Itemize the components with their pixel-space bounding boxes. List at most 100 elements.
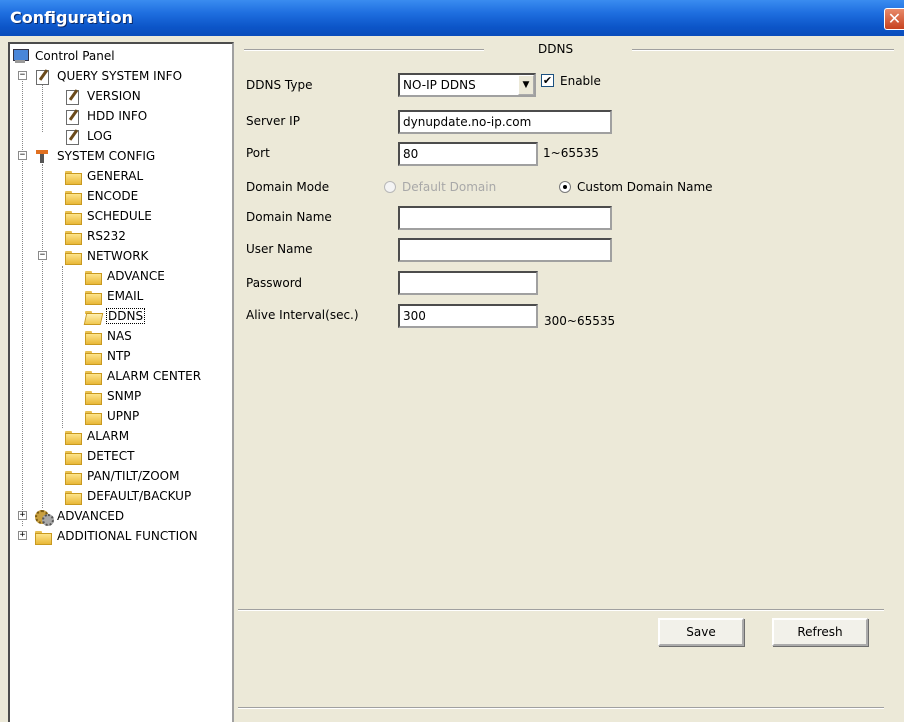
monitor-icon — [12, 48, 30, 64]
tree-item-label: Control Panel — [35, 49, 115, 63]
tree-item-pan-tilt-zoom[interactable]: PAN/TILT/ZOOM — [64, 466, 180, 486]
tree-item-advanced[interactable]: ADVANCED — [34, 506, 125, 526]
default-domain-radio[interactable] — [384, 181, 396, 193]
server-ip-input[interactable] — [398, 110, 612, 134]
server-ip-label: Server IP — [246, 114, 300, 128]
tree-item-label: ALARM — [87, 429, 130, 443]
refresh-button[interactable]: Refresh — [772, 618, 868, 646]
tree-item-system-config[interactable]: SYSTEM CONFIG — [34, 146, 156, 166]
tree-item-label: ADDITIONAL FUNCTION — [57, 529, 198, 543]
alive-interval-input[interactable] — [398, 304, 538, 328]
folder-open-icon — [84, 308, 102, 324]
group-title: DDNS — [538, 42, 574, 56]
folder-icon — [84, 348, 102, 365]
folder-icon — [64, 188, 82, 205]
folder-icon — [64, 488, 82, 505]
folder-icon — [84, 388, 102, 405]
tree-connector — [62, 266, 63, 428]
tree-item-label: DEFAULT/BACKUP — [87, 489, 192, 503]
tree-item-label: ENCODE — [87, 189, 139, 203]
tree-item-additional-function[interactable]: ADDITIONAL FUNCTION — [34, 526, 199, 546]
custom-domain-radio[interactable] — [559, 181, 571, 193]
domain-mode-label: Domain Mode — [246, 180, 330, 194]
user-name-input[interactable] — [398, 238, 612, 262]
user-name-label: User Name — [246, 242, 313, 256]
close-button[interactable]: ✕ — [884, 8, 904, 30]
tree-item-hdd-info[interactable]: HDD INFO — [64, 106, 148, 126]
alive-interval-label: Alive Interval(sec.) — [246, 308, 359, 322]
tree-item-label: SYSTEM CONFIG — [57, 149, 156, 163]
window-title: Configuration — [10, 8, 134, 27]
tree-item-alarm[interactable]: ALARM — [64, 426, 130, 446]
tree-connector — [42, 84, 43, 132]
folder-icon — [84, 408, 102, 425]
domain-name-input[interactable] — [398, 206, 612, 230]
folder-icon — [64, 428, 82, 445]
tree-item-label: PAN/TILT/ZOOM — [87, 469, 180, 483]
edit-document-icon — [34, 68, 52, 85]
tree-item-label: DETECT — [87, 449, 135, 463]
gears-icon — [34, 508, 54, 526]
alive-interval-range-hint: 300~65535 — [544, 314, 616, 328]
port-label: Port — [246, 146, 270, 160]
tree-item-detect[interactable]: DETECT — [64, 446, 135, 466]
password-input[interactable] — [398, 271, 538, 295]
tree-item-ntp[interactable]: NTP — [84, 346, 132, 366]
tree-item-general[interactable]: GENERAL — [64, 166, 144, 186]
tree-item-schedule[interactable]: SCHEDULE — [64, 206, 153, 226]
tree-item-label: SNMP — [107, 389, 142, 403]
edit-document-icon — [64, 88, 82, 105]
port-input[interactable] — [398, 142, 538, 166]
folder-icon — [84, 288, 102, 305]
tree-item-advance[interactable]: ADVANCE — [84, 266, 166, 286]
folder-icon — [64, 248, 82, 265]
ddns-settings-panel: DDNS DDNS Type NO-IP DDNS ▼ ✔ Enable Ser… — [236, 42, 904, 722]
button-divider — [238, 609, 884, 611]
tree-item-encode[interactable]: ENCODE — [64, 186, 139, 206]
tree-item-upnp[interactable]: UPNP — [84, 406, 140, 426]
tree-item-label: ALARM CENTER — [107, 369, 202, 383]
tree-item-label: QUERY SYSTEM INFO — [57, 69, 183, 83]
tree-item-network[interactable]: NETWORK — [64, 246, 149, 266]
group-divider — [244, 49, 484, 51]
tree-item-label: ADVANCED — [57, 509, 125, 523]
folder-icon — [84, 268, 102, 285]
tree-item-version[interactable]: VERSION — [64, 86, 142, 106]
tree-item-control-panel[interactable]: Control Panel — [12, 46, 116, 66]
tree-item-label: GENERAL — [87, 169, 144, 183]
tree-item-ddns[interactable]: DDNS — [84, 306, 146, 326]
collapse-icon[interactable]: − — [18, 151, 27, 160]
folder-icon — [84, 328, 102, 345]
expand-icon[interactable]: + — [18, 531, 27, 540]
navigation-tree[interactable]: Control Panel − QUERY SYSTEM INFO VERSIO… — [8, 42, 234, 722]
edit-document-icon — [64, 108, 82, 125]
save-button[interactable]: Save — [658, 618, 744, 646]
expand-icon[interactable]: + — [18, 511, 27, 520]
tree-item-default-backup[interactable]: DEFAULT/BACKUP — [64, 486, 192, 506]
bottom-divider — [238, 707, 884, 709]
tree-item-nas[interactable]: NAS — [84, 326, 133, 346]
folder-icon — [64, 228, 82, 245]
config-icon — [34, 148, 52, 164]
tree-connector — [22, 72, 23, 526]
tree-item-label: EMAIL — [107, 289, 144, 303]
tree-item-snmp[interactable]: SNMP — [84, 386, 142, 406]
custom-domain-label: Custom Domain Name — [577, 180, 713, 194]
collapse-icon[interactable]: − — [18, 71, 27, 80]
chevron-down-icon[interactable]: ▼ — [518, 75, 534, 95]
tree-item-label: ADVANCE — [107, 269, 165, 283]
tree-item-rs232[interactable]: RS232 — [64, 226, 127, 246]
enable-checkbox[interactable]: ✔ — [541, 74, 554, 87]
password-label: Password — [246, 276, 303, 290]
tree-item-query-system-info[interactable]: QUERY SYSTEM INFO — [34, 66, 183, 86]
tree-item-email[interactable]: EMAIL — [84, 286, 144, 306]
tree-item-label: VERSION — [87, 89, 141, 103]
tree-item-label: DDNS — [106, 308, 146, 324]
tree-item-alarm-center[interactable]: ALARM CENTER — [84, 366, 202, 386]
group-divider — [632, 49, 894, 51]
ddns-type-select[interactable]: NO-IP DDNS ▼ — [398, 73, 536, 97]
collapse-icon[interactable]: − — [38, 251, 47, 260]
tree-item-log[interactable]: LOG — [64, 126, 113, 146]
checkmark-icon: ✔ — [542, 74, 553, 87]
edit-document-icon — [64, 128, 82, 145]
